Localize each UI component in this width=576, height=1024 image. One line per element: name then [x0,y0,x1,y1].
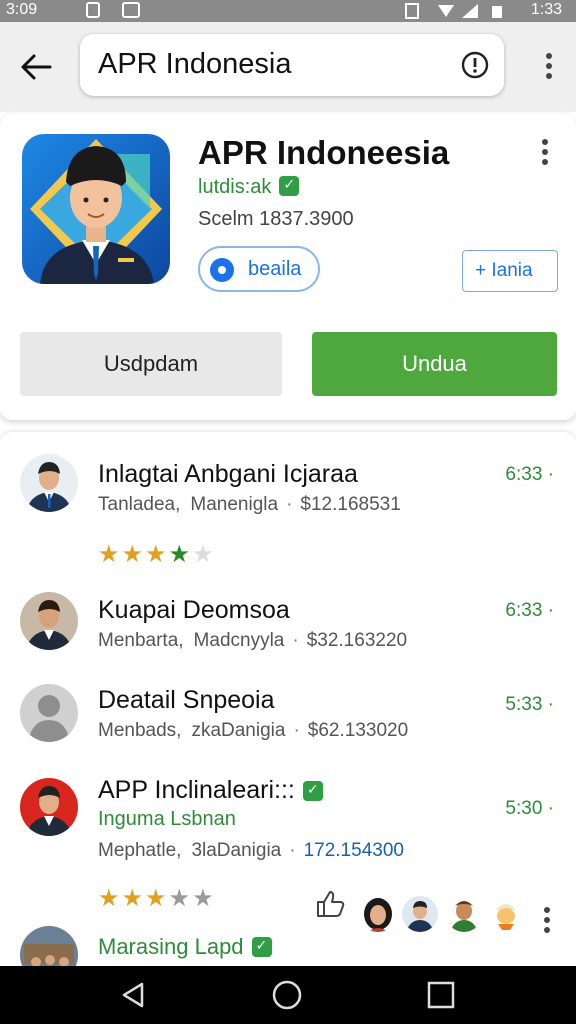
rating-stars: ★★★★★ [98,885,216,912]
top-toolbar: APR Indonesia [0,22,576,112]
reaction-avatar [402,896,438,932]
avatar [20,592,78,650]
back-arrow-icon [21,54,52,80]
status-time-left: 3:09 [6,1,38,18]
item-location: Mephatle, [98,840,182,861]
developer-name: lutdis:ak [198,176,272,198]
avatar [20,684,78,742]
man-avatar-icon [20,592,78,650]
item-time: 6:33 · [505,600,554,621]
like-button[interactable] [314,888,346,918]
nav-recents-icon [427,981,455,1009]
pill-action-button[interactable]: beaila [198,246,320,292]
separator-dot: · [293,720,300,741]
cartoon-avatar-icon [488,896,524,932]
separator-dot: · [286,494,293,515]
info-icon [461,51,489,79]
item-region: Madcnyyla [193,630,285,651]
app-score-label: Scelm 1837.3900 [198,208,354,230]
item-title: Inlagtai Anbgani Icjaraa [98,460,358,488]
verified-badge-icon [279,176,300,196]
app-header-card: APR Indoneesia lutdis:ak Scelm 1837.3900… [0,114,576,420]
nav-home-icon [272,980,302,1010]
app-logo-icon [22,134,170,284]
secondary-button[interactable]: Usdpdam [20,332,282,396]
notification-icon-2 [122,2,140,18]
status-time-right: 1:33 [530,1,562,18]
app-title: APR Indoneesia [198,134,450,171]
person-placeholder-icon [20,684,78,742]
item-region: zkaDanigia [191,720,286,741]
item-time: 6:33 · [505,464,554,485]
separator-dot: · [292,630,299,651]
notification-icon [86,2,100,18]
thumbs-up-icon [317,891,345,917]
primary-install-button[interactable]: Undua [312,332,557,396]
item-location: Tanladea, [98,494,181,515]
separator-dot: · [289,840,296,861]
item-title: Deatail Snpeoia [98,686,275,714]
item-more-options-button[interactable] [542,906,552,934]
nav-home-button[interactable] [270,980,304,1010]
more-options-button[interactable] [544,52,554,80]
more-vert-icon [544,907,550,933]
app-icon[interactable] [22,134,170,284]
item-subtitle: Menbarta, Madcnyyla · $32.163220 [98,630,407,652]
item-location: Menbads, [98,720,182,741]
verified-badge-icon [302,781,323,801]
back-button[interactable] [18,50,58,84]
signal-battery-icons [405,3,502,19]
pill-action-label: beaila [248,258,302,280]
app-more-options-button[interactable] [540,138,550,166]
man-avatar-icon [20,454,78,512]
verified-badge-icon [251,937,272,957]
add-button[interactable]: + Iania [462,250,558,292]
radio-dot-icon [210,258,234,282]
item-time: 5:33 · [505,694,554,715]
item-time: 5:30 · [505,798,554,819]
item-price: $62.133020 [307,720,409,741]
nav-recents-button[interactable] [424,980,458,1010]
woman-avatar-icon [360,896,396,932]
item-price: $32.163220 [306,630,408,651]
avatar [20,454,78,512]
nav-back-icon [122,982,144,1008]
search-field[interactable]: APR Indonesia [80,34,504,96]
item-price: 172.154300 [303,840,404,861]
rating-stars: ★★★★★ [98,541,216,568]
item-subtitle: Tanladea, Manenigla · $12.168531 [98,494,401,516]
man-avatar-icon [20,778,78,836]
item-title: Kuapai Deomsoa [98,596,290,624]
character-avatar-icon [446,896,482,932]
avatar [20,778,78,836]
man-avatar-icon [402,896,438,932]
item-location: Menbarta, [98,630,184,651]
reaction-avatar [446,896,482,932]
item-region: 3laDanigia [191,840,282,861]
info-button[interactable] [460,50,490,80]
more-vert-icon [542,139,548,165]
search-query: APR Indonesia [98,48,292,80]
nav-back-button[interactable] [116,980,150,1010]
item-title: Marasing Lapd [98,934,272,960]
reaction-avatar [360,896,396,932]
more-vert-icon [546,53,552,79]
item-region: Manenigla [190,494,279,515]
item-subtitle: Mephatle, 3laDanigia · 172.154300 [98,840,404,862]
item-price: $12.168531 [300,494,401,515]
system-nav-bar [0,966,576,1024]
item-subtitle: Menbads, zkaDanigia · $62.133020 [98,720,408,742]
status-bar: 3:09 1:33 [0,0,576,22]
reaction-avatar [488,896,524,932]
add-button-label: + Iania [475,260,533,281]
item-title: APP Inclinaleari::: [98,776,323,805]
item-subtitle-green: Inguma Lsbnan [98,808,236,830]
app-developer[interactable]: lutdis:ak [198,176,300,199]
